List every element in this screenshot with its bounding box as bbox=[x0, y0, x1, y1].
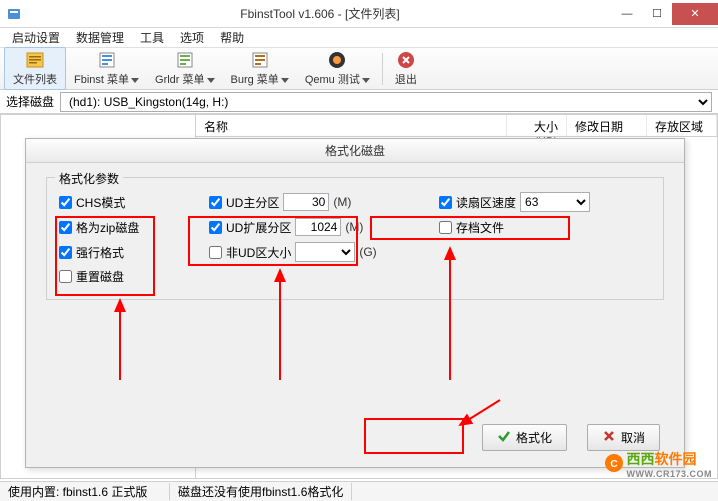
non-ud-size-checkbox[interactable]: 非UD区大小 bbox=[209, 244, 291, 261]
disk-selector-row: 选择磁盘 (hd1): USB_Kingston(14g, H:) bbox=[0, 90, 718, 114]
status-bar: 使用内置: fbinst1.6 正式版 磁盘还没有使用fbinst1.6格式化 bbox=[0, 481, 718, 501]
toolbar-separator bbox=[382, 53, 383, 85]
chevron-down-icon bbox=[207, 78, 215, 83]
toolbar-file-list[interactable]: 文件列表 bbox=[4, 47, 66, 90]
menu-help[interactable]: 帮助 bbox=[212, 28, 252, 47]
grldr-menu-icon bbox=[175, 50, 195, 70]
exit-icon bbox=[396, 50, 416, 70]
force-format-checkbox[interactable]: 强行格式 bbox=[59, 244, 189, 261]
minimize-button[interactable]: — bbox=[612, 3, 642, 25]
chevron-down-icon bbox=[281, 78, 289, 83]
format-dialog: 格式化磁盘 格式化参数 CHS模式 UD主分区 (M) 读扇区速度 63 格为z… bbox=[25, 138, 685, 468]
fieldset-legend: 格式化参数 bbox=[55, 170, 123, 187]
unit-g: (G) bbox=[359, 245, 376, 259]
ud-main-checkbox[interactable]: UD主分区 bbox=[209, 194, 279, 211]
titlebar: FbinstTool v1.606 - [文件列表] — ☐ ✕ bbox=[0, 0, 718, 28]
dialog-title: 格式化磁盘 bbox=[26, 139, 684, 163]
disk-select[interactable]: (hd1): USB_Kingston(14g, H:) bbox=[60, 92, 712, 112]
toolbar-label: Qemu 测试 bbox=[305, 71, 370, 87]
chevron-down-icon bbox=[362, 78, 370, 83]
toolbar-grldr-menu[interactable]: Grldr 菜单 bbox=[147, 48, 223, 89]
disk-label: 选择磁盘 bbox=[6, 93, 54, 110]
window-title: FbinstTool v1.606 - [文件列表] bbox=[28, 5, 612, 22]
qemu-icon bbox=[327, 50, 347, 70]
menu-tools[interactable]: 工具 bbox=[132, 28, 172, 47]
maximize-button[interactable]: ☐ bbox=[642, 3, 672, 25]
unit-m: (M) bbox=[345, 220, 363, 234]
chevron-down-icon bbox=[131, 78, 139, 83]
fbinst-menu-icon bbox=[97, 50, 117, 70]
format-button[interactable]: 格式化 bbox=[482, 424, 567, 451]
toolbar-fbinst-menu[interactable]: Fbinst 菜单 bbox=[66, 48, 147, 89]
column-headers: 名称 大小(KB) 修改日期 存放区域 bbox=[196, 115, 717, 137]
x-icon bbox=[602, 429, 616, 446]
toolbar-label: Grldr 菜单 bbox=[155, 71, 215, 87]
check-icon bbox=[497, 429, 511, 446]
toolbar-label: Burg 菜单 bbox=[231, 71, 289, 87]
menu-startup[interactable]: 启动设置 bbox=[4, 28, 68, 47]
toolbar-label: 文件列表 bbox=[13, 71, 57, 87]
toolbar-label: 退出 bbox=[395, 71, 417, 87]
toolbar-exit[interactable]: 退出 bbox=[387, 48, 425, 89]
sector-speed-select[interactable]: 63 bbox=[520, 192, 590, 212]
menu-data[interactable]: 数据管理 bbox=[68, 28, 132, 47]
menubar: 启动设置 数据管理 工具 选项 帮助 bbox=[0, 28, 718, 48]
chs-mode-checkbox[interactable]: CHS模式 bbox=[59, 194, 189, 211]
zip-disk-checkbox[interactable]: 格为zip磁盘 bbox=[59, 219, 189, 236]
unit-m: (M) bbox=[333, 195, 351, 209]
col-size[interactable]: 大小(KB) bbox=[507, 115, 567, 136]
archive-file-checkbox[interactable]: 存档文件 bbox=[439, 219, 504, 236]
col-name[interactable]: 名称 bbox=[196, 115, 507, 136]
menu-options[interactable]: 选项 bbox=[172, 28, 212, 47]
ud-ext-checkbox[interactable]: UD扩展分区 bbox=[209, 219, 291, 236]
watermark-logo-icon: C bbox=[604, 453, 624, 476]
reset-disk-checkbox[interactable]: 重置磁盘 bbox=[59, 268, 189, 285]
ud-ext-input[interactable] bbox=[295, 218, 341, 236]
format-params-fieldset: 格式化参数 CHS模式 UD主分区 (M) 读扇区速度 63 格为zip磁盘 U… bbox=[46, 177, 664, 300]
col-location[interactable]: 存放区域 bbox=[647, 115, 717, 136]
burg-menu-icon bbox=[250, 50, 270, 70]
watermark: C 西西软件园 WWW.CR173.COM bbox=[604, 449, 712, 479]
svg-text:C: C bbox=[611, 459, 618, 470]
toolbar-label: Fbinst 菜单 bbox=[74, 71, 139, 87]
cancel-button[interactable]: 取消 bbox=[587, 424, 660, 451]
toolbar-burg-menu[interactable]: Burg 菜单 bbox=[223, 48, 297, 89]
non-ud-size-select[interactable] bbox=[295, 242, 355, 262]
status-left: 使用内置: fbinst1.6 正式版 bbox=[0, 483, 170, 500]
ud-main-input[interactable] bbox=[283, 193, 329, 211]
file-list-icon bbox=[25, 50, 45, 70]
status-center: 磁盘还没有使用fbinst1.6格式化 bbox=[170, 483, 352, 500]
toolbar: 文件列表 Fbinst 菜单 Grldr 菜单 Burg 菜单 Qemu 测试 … bbox=[0, 48, 718, 90]
close-button[interactable]: ✕ bbox=[672, 3, 718, 25]
col-date[interactable]: 修改日期 bbox=[567, 115, 647, 136]
toolbar-qemu-test[interactable]: Qemu 测试 bbox=[297, 48, 378, 89]
app-icon bbox=[6, 6, 22, 22]
sector-speed-checkbox[interactable]: 读扇区速度 bbox=[439, 194, 516, 211]
